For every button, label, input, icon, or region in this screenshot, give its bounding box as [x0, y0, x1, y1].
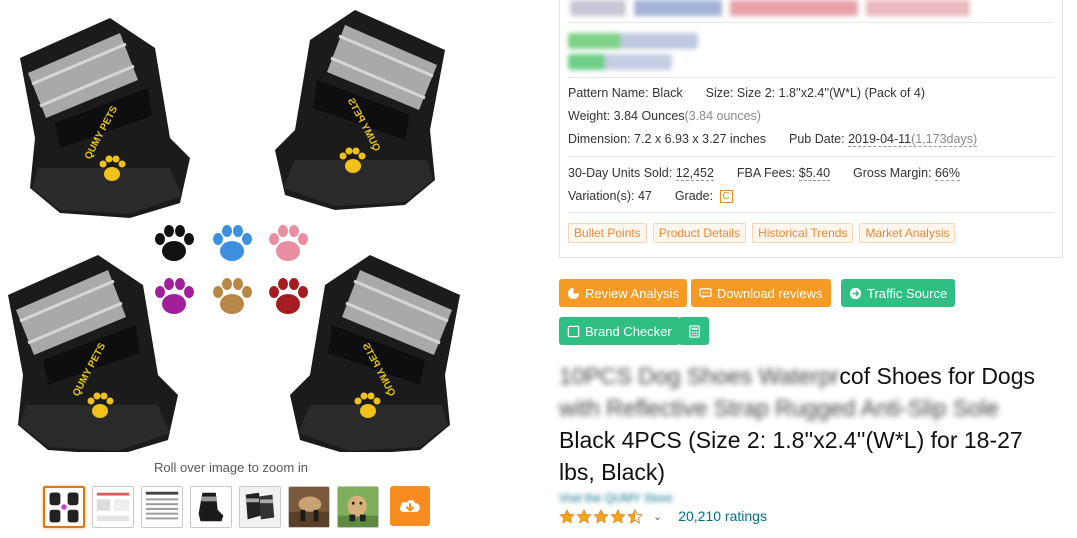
star-rating[interactable]: [559, 508, 643, 524]
thumb-dog-wearing[interactable]: [288, 486, 330, 528]
star-full-icon: [559, 508, 575, 524]
variation-value: 47: [637, 189, 652, 203]
pattern-value: Black: [652, 86, 683, 100]
checkbox-icon: [567, 325, 580, 337]
tab-product-details[interactable]: Product Details: [652, 223, 747, 243]
units-sold-value: 12,452: [675, 166, 714, 181]
cloud-download-icon: [400, 500, 420, 512]
pubdate-value: 2019-04-11(1,173days): [848, 132, 978, 147]
chevron-down-icon[interactable]: ⌄: [653, 510, 662, 523]
tab-bullet-points[interactable]: Bullet Points: [568, 223, 647, 243]
main-product-image[interactable]: QUMY PETS: [0, 0, 470, 452]
product-info-panel: Pattern Name: Black Size: Size 2: 1.8''x…: [559, 0, 1063, 258]
download-reviews-button[interactable]: Download reviews: [691, 279, 831, 307]
thumb-main-product[interactable]: [43, 486, 85, 528]
star-full-icon: [576, 508, 592, 524]
product-page: QUMY PETS: [0, 0, 1077, 538]
sales-row: 30-Day Units Sold: 12,452 FBA Fees: $5.4…: [568, 166, 961, 181]
message-icon: [699, 287, 712, 299]
pattern-size-row: Pattern Name: Black Size: Size 2: 1.8''x…: [568, 86, 925, 100]
grade-badge: C: [719, 190, 733, 203]
thumb-dog-outdoor[interactable]: [337, 486, 379, 528]
pie-chart-icon: [567, 287, 580, 299]
gross-margin-value: 66%: [934, 166, 961, 181]
dimension-value: 7.2 x 6.93 x 3.27 inches: [634, 132, 767, 146]
redacted-asin-line: [568, 54, 672, 70]
redacted-header: [570, 0, 970, 16]
thumb-single-shoe[interactable]: [190, 486, 232, 528]
brand-checker-button[interactable]: Brand Checker: [559, 317, 680, 345]
panel-tabs: Bullet Points Product Details Historical…: [568, 223, 956, 243]
thumb-shoe-pair[interactable]: [239, 486, 281, 528]
brand-store-link[interactable]: Visit the QUMY Store: [559, 491, 673, 505]
thumbnail-strip: [43, 486, 430, 528]
tab-market-analysis[interactable]: Market Analysis: [859, 223, 956, 243]
download-images-button[interactable]: [390, 486, 430, 526]
thumb-size-chart-1[interactable]: [92, 486, 134, 528]
star-half-icon: [627, 508, 643, 524]
thumb-size-chart-2[interactable]: [141, 486, 183, 528]
weight-value: 3.84 Ounces: [613, 109, 685, 123]
calculator-icon: [688, 324, 700, 338]
tab-historical-trends[interactable]: Historical Trends: [752, 223, 854, 243]
dimension-pubdate-row: Dimension: 7.2 x 6.93 x 3.27 inches Pub …: [568, 132, 978, 147]
traffic-circle-icon: [849, 287, 862, 299]
star-full-icon: [610, 508, 626, 524]
variation-grade-row: Variation(s): 47 Grade: C: [568, 189, 733, 203]
star-full-icon: [593, 508, 609, 524]
weight-alt: (3.84 ounces): [684, 109, 761, 123]
redacted-title-part: with Reflective Strap Rugged Anti-Slip S…: [559, 395, 999, 421]
traffic-source-button[interactable]: Traffic Source: [841, 279, 956, 307]
image-gallery: QUMY PETS: [0, 0, 470, 538]
review-analysis-button[interactable]: Review Analysis: [559, 279, 687, 307]
ratings-count-link[interactable]: 20,210 ratings: [678, 508, 767, 524]
weight-row: Weight: 3.84 Ounces(3.84 ounces): [568, 109, 761, 123]
calculator-button[interactable]: [679, 317, 709, 345]
size-value: Size 2: 1.8''x2.4''(W*L) (Pack of 4): [736, 86, 925, 100]
fba-fees-value: $5.40: [798, 166, 831, 181]
rating-row: ⌄ 20,210 ratings: [559, 508, 767, 524]
redacted-title-part: 10PCS Dog Shoes Waterpr: [559, 363, 840, 389]
product-title: 10PCS Dog Shoes Waterprcof Shoes for Dog…: [559, 363, 1036, 485]
redacted-seller-line: [568, 33, 698, 49]
zoom-hint: Roll over image to zoom in: [154, 460, 308, 475]
